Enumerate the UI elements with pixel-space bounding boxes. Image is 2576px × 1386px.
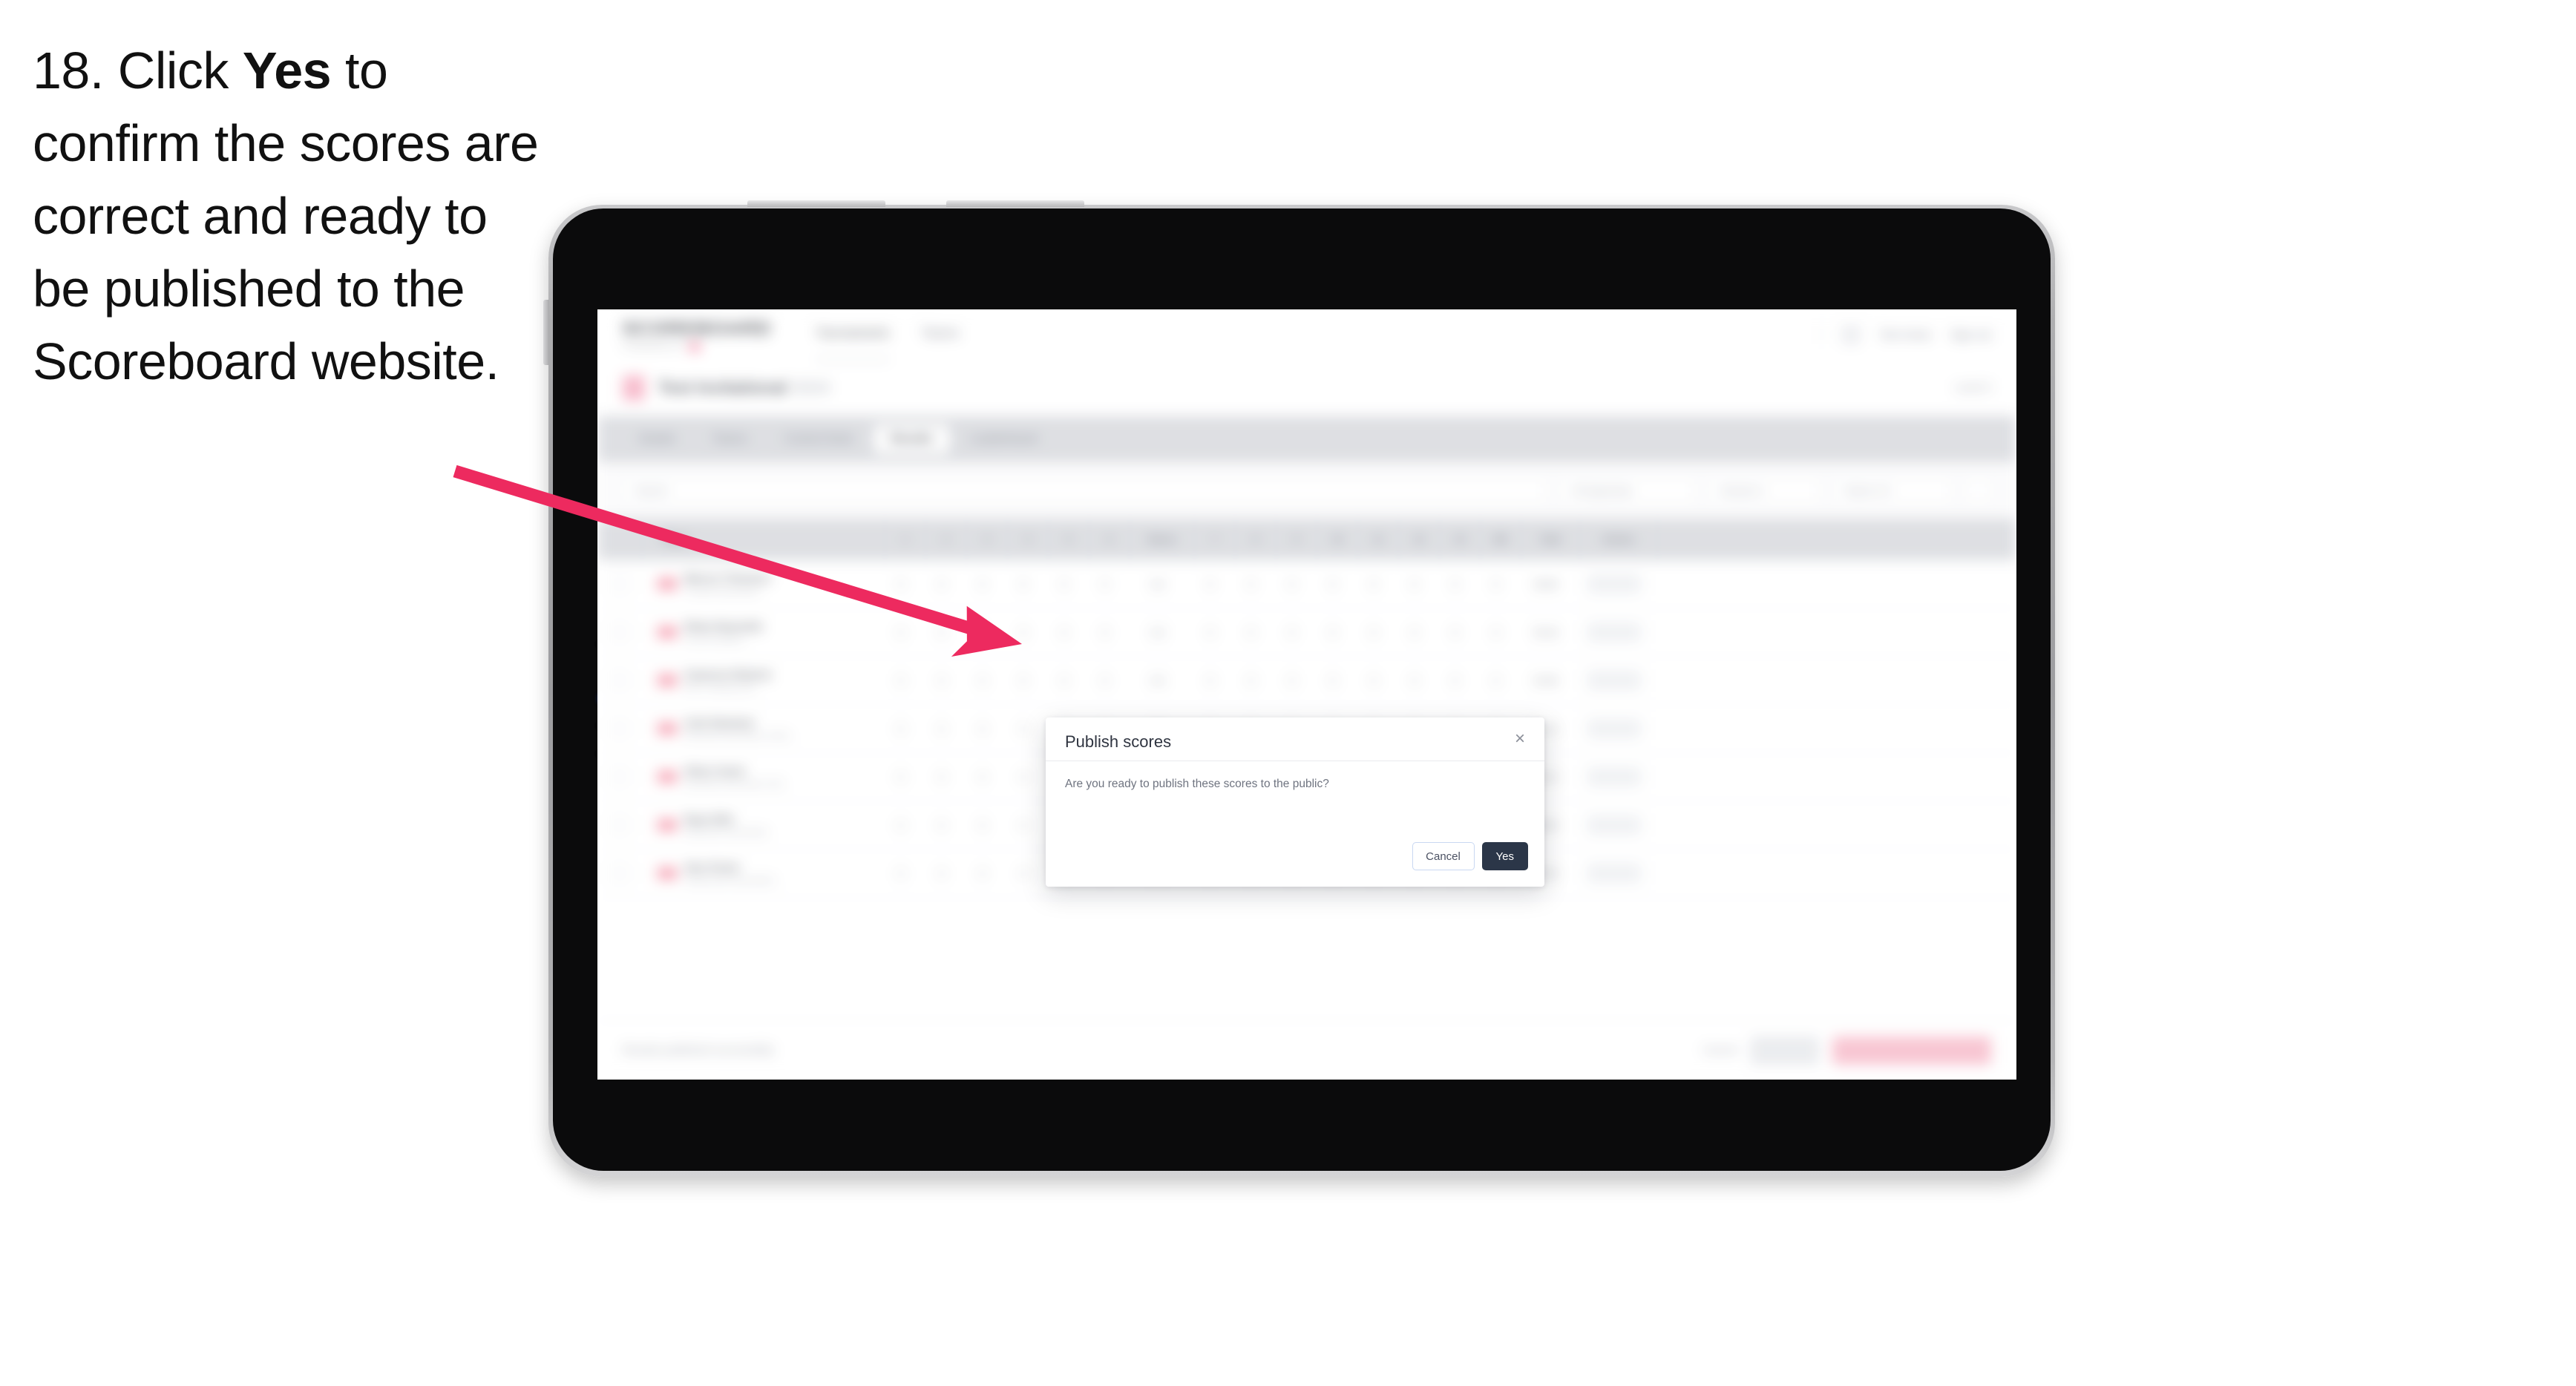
instruction-number: 18. [33, 42, 104, 99]
modal-scrim[interactable] [597, 309, 2016, 1080]
close-icon[interactable]: × [1510, 729, 1530, 749]
dialog-actions: Cancel Yes [1412, 842, 1528, 870]
instruction-text-before: Click [117, 42, 229, 99]
app-screen: SCOREBOARD POWERED BY Tournaments Teams [597, 309, 2016, 1080]
instruction-text: 18. Click Yes to confirm the scores are … [33, 34, 552, 398]
instruction-bold-word: Yes [242, 42, 332, 99]
dialog-header: Publish scores × [1046, 717, 1544, 761]
dialog-title: Publish scores [1065, 732, 1172, 751]
device-bezel: SCOREBOARD POWERED BY Tournaments Teams [553, 208, 2051, 1171]
yes-button[interactable]: Yes [1481, 842, 1528, 870]
device-side-button[interactable] [543, 300, 549, 365]
publish-scores-dialog: Publish scores × Are you ready to publis… [1046, 717, 1544, 887]
device-top-button-1[interactable] [747, 200, 885, 207]
cancel-button[interactable]: Cancel [1412, 842, 1475, 870]
device-top-button-2[interactable] [946, 200, 1084, 207]
tablet-device: SCOREBOARD POWERED BY Tournaments Teams [543, 200, 2055, 1177]
dialog-message: Are you ready to publish these scores to… [1065, 778, 1329, 790]
